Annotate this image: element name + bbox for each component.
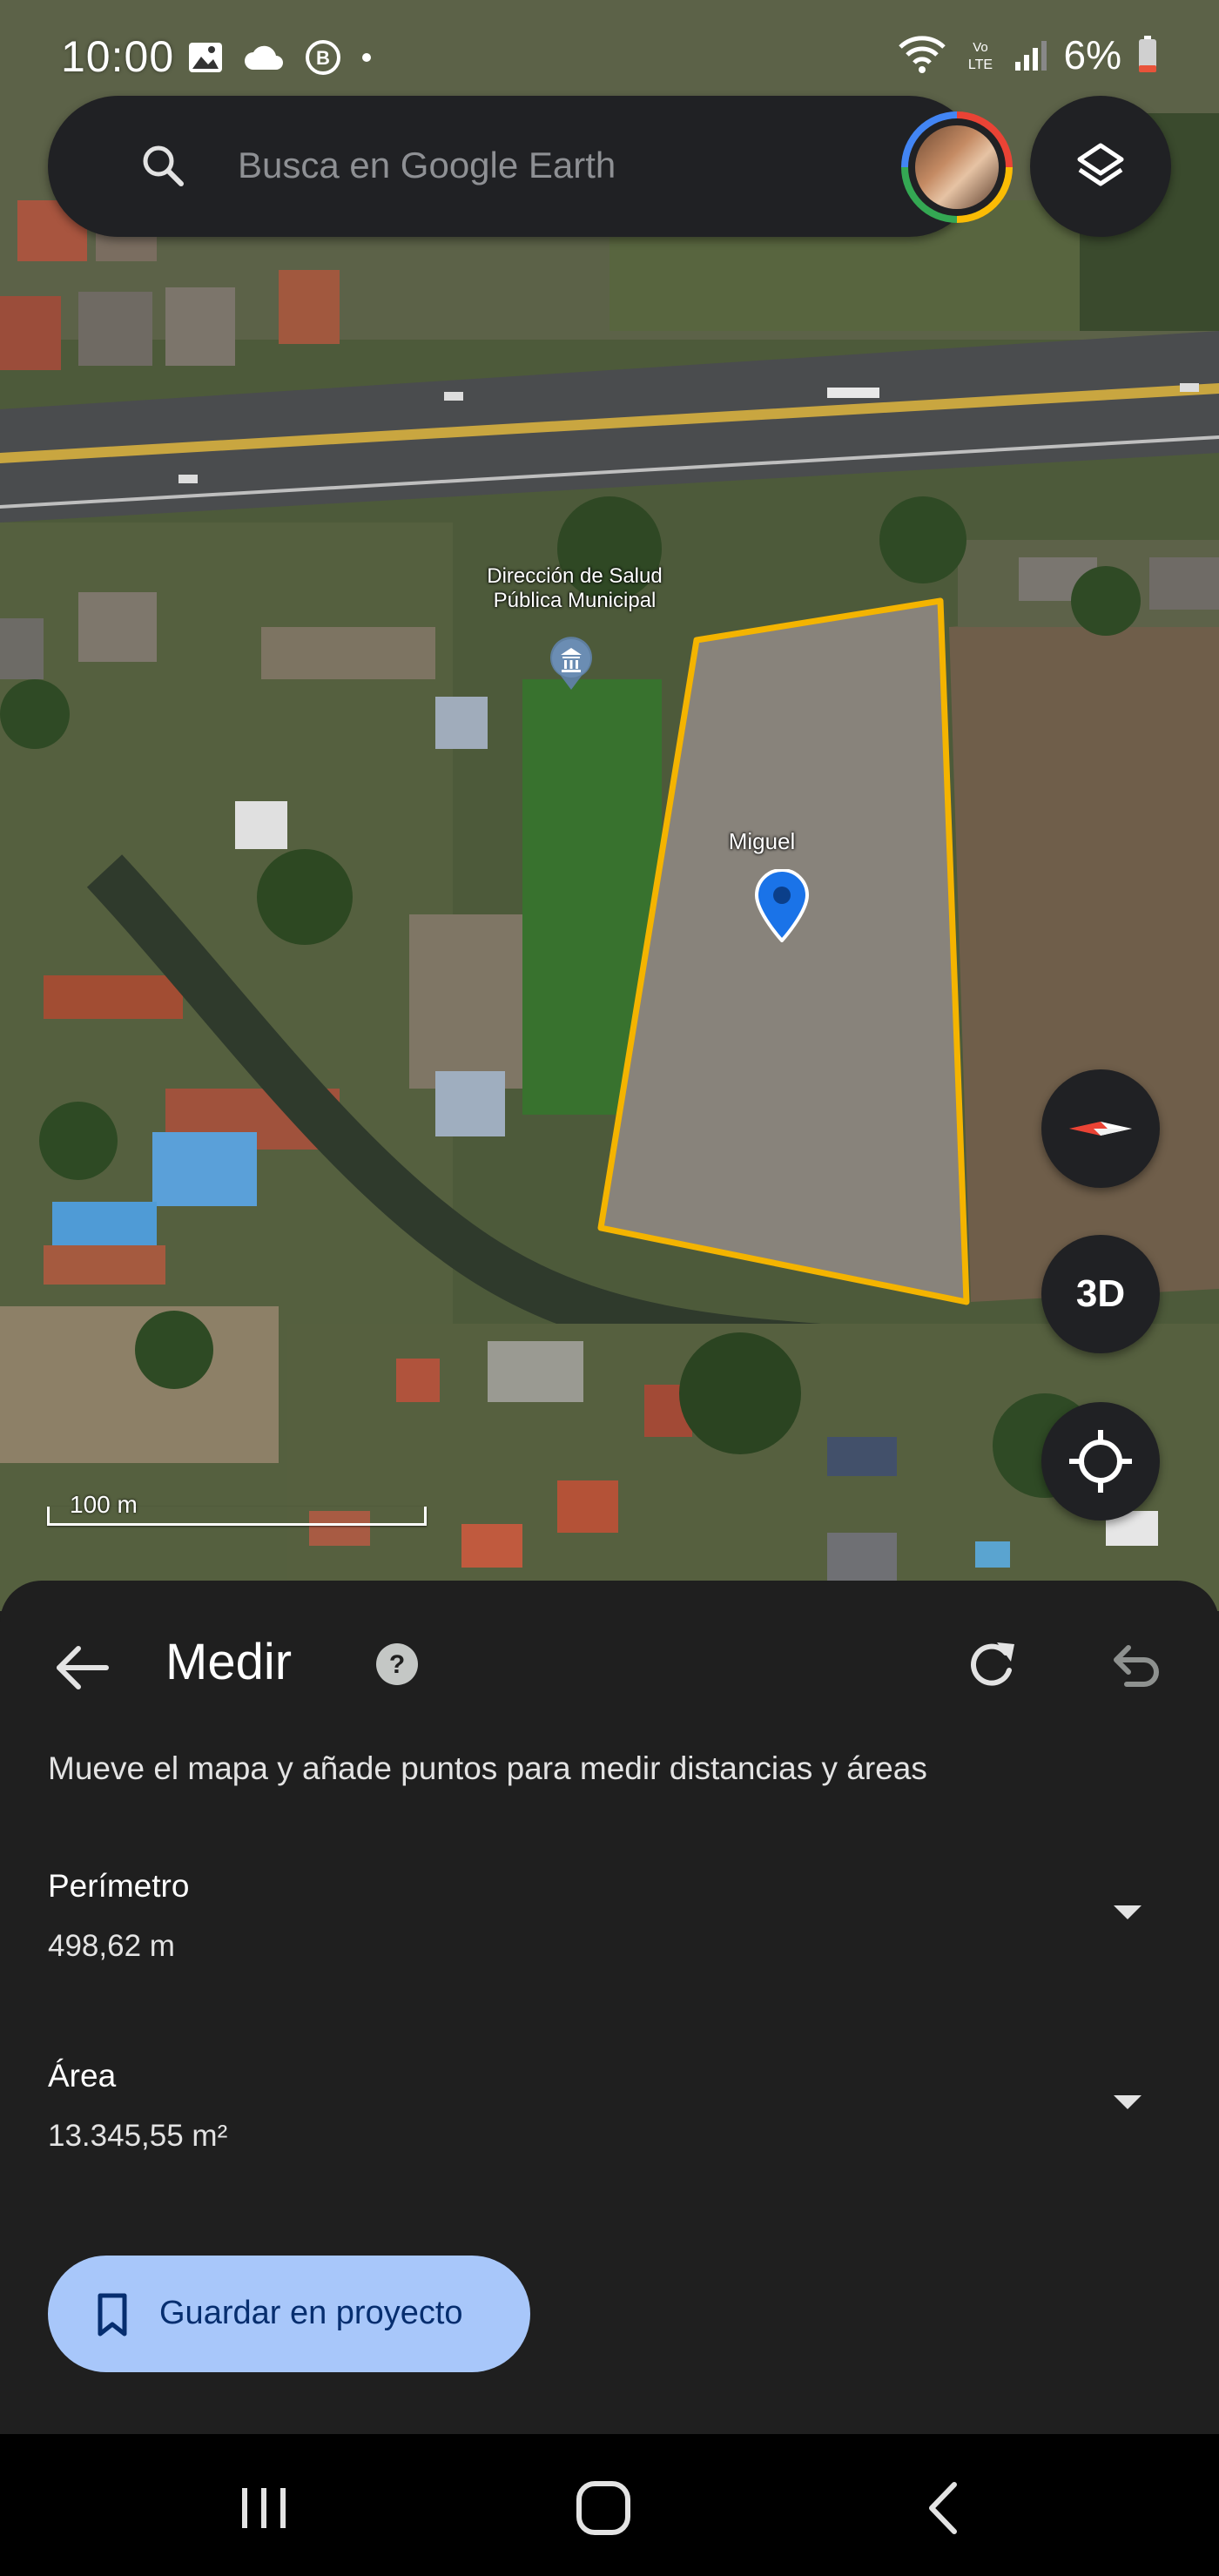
crosshair-icon xyxy=(1069,1430,1132,1493)
redo-icon[interactable] xyxy=(962,1635,1023,1696)
status-right-icons: Vo LTE 6% xyxy=(897,31,1158,78)
chevron-down-icon[interactable] xyxy=(1101,2080,1154,2123)
volte-icon: Vo LTE xyxy=(967,40,992,72)
perimeter-value: 498,62 m xyxy=(48,1929,175,1963)
home-icon[interactable] xyxy=(564,2469,643,2547)
battery-percent: 6% xyxy=(1063,32,1121,78)
help-icon[interactable]: ? xyxy=(374,1642,420,1687)
instructions-text: Mueve el mapa y añade puntos para medir … xyxy=(48,1750,927,1786)
bookmark-icon xyxy=(98,2293,127,2337)
recent-apps-icon[interactable] xyxy=(225,2469,303,2547)
svg-text:LTE: LTE xyxy=(967,57,992,72)
measure-sheet: Medir ? Mueve el mapa y añade puntos par… xyxy=(0,1581,1219,2434)
image-icon xyxy=(189,43,222,72)
my-location-button[interactable] xyxy=(1041,1402,1160,1521)
compass-icon xyxy=(1069,1122,1132,1136)
search-input[interactable]: Busca en Google Earth xyxy=(238,145,616,186)
perimeter-row[interactable]: Perímetro 498,62 m xyxy=(48,1868,1171,1990)
layers-icon xyxy=(1077,143,1124,186)
search-bar[interactable]: Busca en Google Earth xyxy=(48,96,1013,237)
measure-polygon xyxy=(597,597,970,1305)
system-navigation-bar xyxy=(0,2434,1219,2576)
3d-label: 3D xyxy=(1075,1272,1126,1315)
svg-text:Vo: Vo xyxy=(973,40,988,55)
svg-text:B: B xyxy=(316,47,330,69)
scale-bar xyxy=(47,1507,427,1526)
sheet-header: Medir ? xyxy=(0,1581,1219,1746)
3d-toggle-button[interactable]: 3D xyxy=(1041,1235,1160,1353)
save-to-project-button[interactable]: Guardar en proyecto xyxy=(48,2256,530,2372)
area-row[interactable]: Área 13.345,55 m² xyxy=(48,2058,1171,2180)
chevron-down-icon[interactable] xyxy=(1101,1890,1154,1933)
avatar[interactable] xyxy=(901,111,1013,223)
b-badge-icon: B xyxy=(306,40,340,75)
battery-icon xyxy=(1139,36,1156,72)
back-arrow-icon[interactable] xyxy=(52,1637,113,1698)
back-icon[interactable] xyxy=(906,2469,984,2547)
layers-button[interactable] xyxy=(1030,96,1171,237)
satellite-map[interactable]: Dirección de Salud Pública Municipal Mig… xyxy=(0,0,1219,1611)
pin-label: Miguel xyxy=(728,828,796,854)
undo-icon[interactable] xyxy=(1106,1635,1167,1696)
profile-photo xyxy=(915,125,999,209)
search-icon[interactable] xyxy=(139,142,188,191)
signal-icon xyxy=(1014,41,1047,71)
poi-label[interactable]: Dirección de Salud Pública Municipal xyxy=(453,564,697,612)
area-label: Área xyxy=(48,2058,117,2094)
save-button-label: Guardar en proyecto xyxy=(159,2295,463,2331)
status-left-icons: B xyxy=(187,38,372,77)
wifi-icon xyxy=(898,36,946,73)
svg-text:?: ? xyxy=(389,1650,405,1679)
location-pin-icon[interactable] xyxy=(753,869,811,942)
compass-button[interactable] xyxy=(1041,1069,1160,1188)
dot-icon xyxy=(362,53,371,62)
cloud-icon xyxy=(245,45,283,70)
area-value: 13.345,55 m² xyxy=(48,2119,228,2153)
government-building-icon[interactable] xyxy=(547,636,596,691)
sheet-title: Medir xyxy=(165,1634,293,1690)
perimeter-label: Perímetro xyxy=(48,1868,190,1904)
status-time: 10:00 xyxy=(61,32,175,81)
